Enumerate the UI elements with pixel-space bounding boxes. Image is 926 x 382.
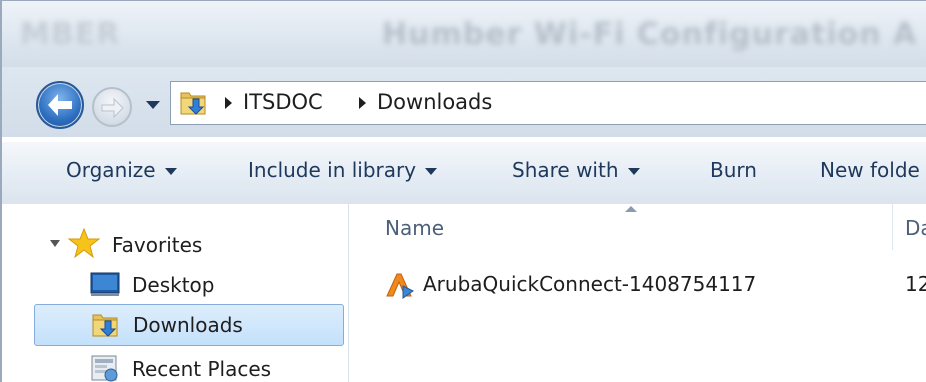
downloads-folder-icon	[92, 314, 118, 337]
chevron-down-icon	[627, 168, 640, 175]
navigation-bar: ITSDOC Downloads	[2, 67, 926, 137]
sidebar-item-label: Downloads	[133, 313, 243, 337]
desktop-icon	[90, 272, 120, 296]
window-title-fragment: MBER	[20, 17, 121, 52]
share-with-button[interactable]: Share with	[512, 158, 640, 182]
breadcrumb-separator-icon[interactable]	[225, 97, 232, 109]
sidebar-item-downloads[interactable]: Downloads	[34, 304, 344, 346]
sidebar-item-label: Recent Places	[132, 357, 272, 381]
share-with-label: Share with	[512, 158, 619, 182]
recent-places-icon	[91, 355, 118, 382]
navigation-pane: Favorites Desktop Downloads Recent Place…	[2, 204, 349, 382]
include-in-library-label: Include in library	[248, 158, 417, 182]
organize-label: Organize	[66, 158, 156, 182]
back-button[interactable]	[36, 81, 84, 129]
downloads-folder-icon	[180, 92, 206, 115]
aruba-icon	[386, 273, 414, 299]
back-arrow-icon	[48, 94, 72, 116]
new-folder-label: New folde	[820, 158, 920, 182]
title-bar: MBER Humber Wi-Fi Configuration A	[2, 1, 926, 67]
column-header-row: Name Da	[349, 204, 926, 250]
chevron-down-icon	[164, 168, 177, 175]
column-header-name[interactable]: Name	[385, 216, 444, 240]
burn-label: Burn	[710, 158, 757, 182]
column-divider[interactable]	[892, 204, 893, 250]
recent-pages-dropdown-icon[interactable]	[146, 101, 160, 109]
breadcrumb-itsdoc[interactable]: ITSDOC	[243, 90, 323, 114]
address-bar[interactable]: ITSDOC Downloads	[170, 81, 926, 125]
chevron-down-icon	[425, 168, 438, 175]
organize-button[interactable]: Organize	[66, 158, 177, 182]
sidebar-item-desktop[interactable]: Desktop	[90, 266, 290, 304]
column-header-date[interactable]: Da	[905, 216, 926, 240]
forward-arrow-icon	[101, 97, 124, 119]
forward-button[interactable]	[92, 87, 132, 127]
file-list-pane: Name Da ArubaQuickConnect-1408754117 12	[349, 204, 926, 382]
window-title: Humber Wi-Fi Configuration A	[382, 17, 918, 52]
explorer-window: MBER Humber Wi-Fi Configuration A ITSDOC…	[0, 0, 926, 382]
star-icon	[68, 228, 100, 258]
file-date-modified: 12	[905, 272, 926, 296]
new-folder-button[interactable]: New folde	[820, 158, 920, 182]
breadcrumb-separator-icon[interactable]	[359, 97, 366, 109]
file-name: ArubaQuickConnect-1408754117	[423, 272, 757, 296]
favorites-label: Favorites	[112, 233, 203, 257]
include-in-library-button[interactable]: Include in library	[248, 158, 438, 182]
expand-collapse-icon[interactable]	[50, 240, 60, 247]
breadcrumb-downloads[interactable]: Downloads	[377, 90, 492, 114]
burn-button[interactable]: Burn	[710, 158, 757, 182]
command-bar: Organize Include in library Share with B…	[2, 141, 926, 205]
sidebar-item-label: Desktop	[132, 273, 215, 297]
sort-ascending-icon	[625, 206, 637, 212]
sidebar-item-recent-places[interactable]: Recent Places	[90, 350, 330, 382]
sidebar-item-favorites[interactable]: Favorites	[66, 226, 266, 264]
